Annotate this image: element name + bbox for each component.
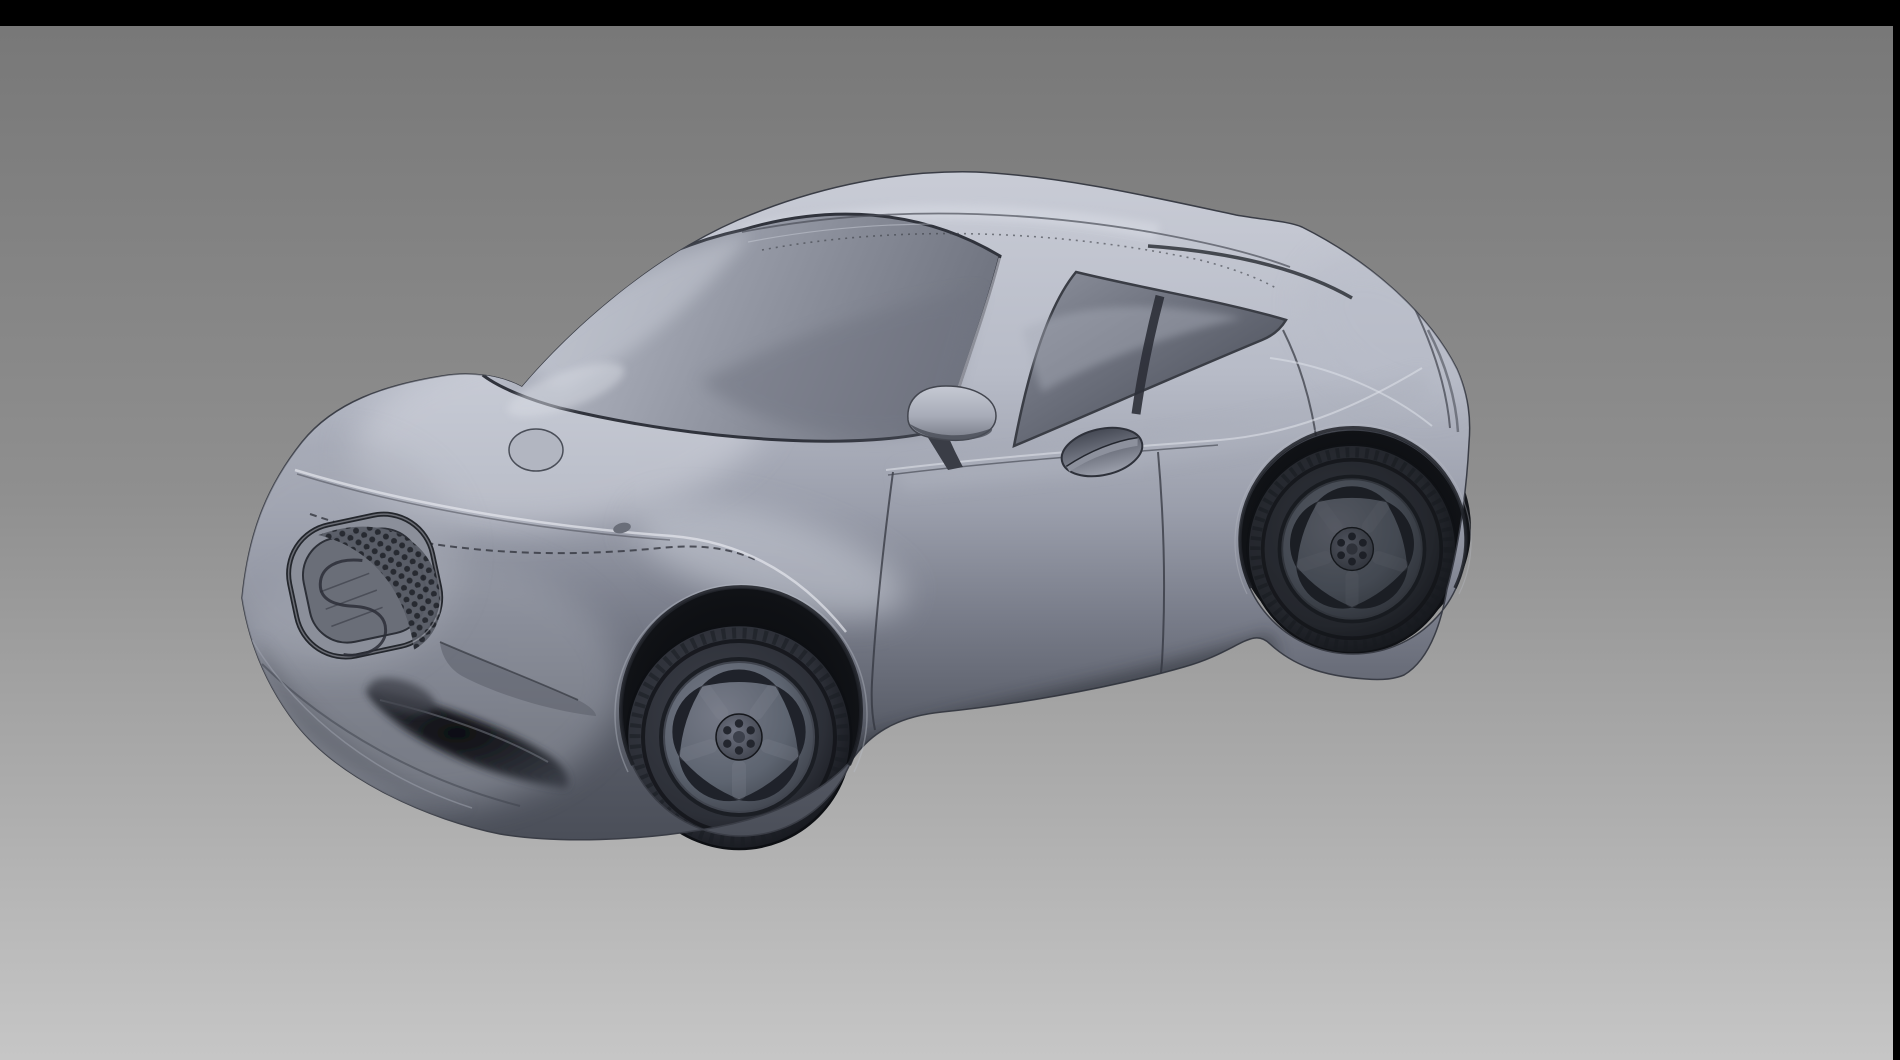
letterbox-top-bar [0,0,1900,26]
car-render [0,26,1893,1060]
car-model[interactable] [210,172,1505,849]
3d-viewport[interactable] [0,26,1893,1060]
letterbox-right-strip [1893,0,1900,1060]
far-mirror-bump [509,429,563,471]
application-window [0,0,1900,1060]
rear-wheel [1247,444,1457,654]
